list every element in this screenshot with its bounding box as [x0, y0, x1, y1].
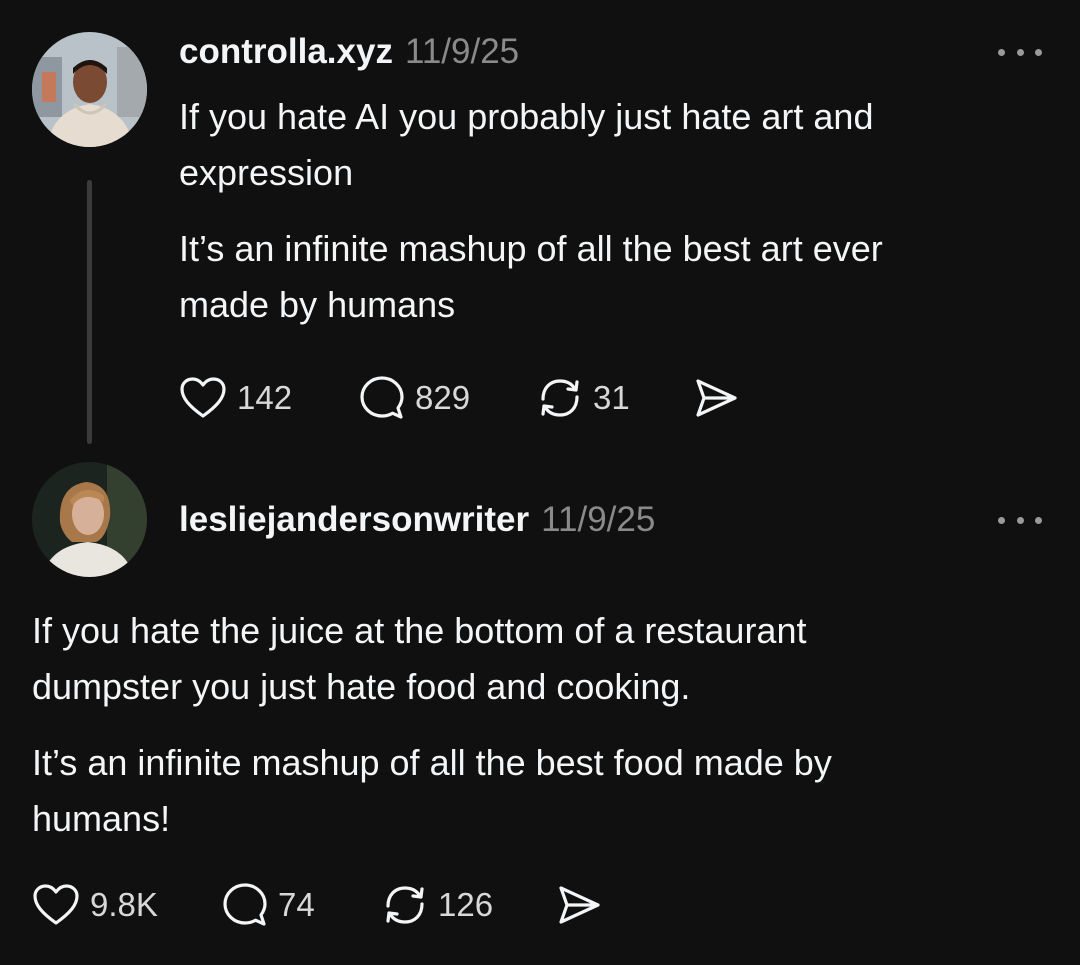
reply-count: 74	[278, 886, 315, 923]
reply-button[interactable]: 829	[359, 375, 537, 421]
post-actions: 142 829 31	[179, 373, 739, 423]
post-body: If you hate the juice at the bottom of a…	[32, 603, 832, 847]
post-text-line: It’s an infinite mashup of all the best …	[32, 742, 832, 783]
send-icon	[556, 884, 602, 926]
share-button[interactable]	[693, 377, 739, 419]
like-button[interactable]: 142	[179, 376, 359, 420]
post-text-line: humans!	[32, 798, 171, 839]
reply-count: 829	[415, 379, 471, 416]
comment-bubble-icon	[222, 882, 268, 928]
post-actions: 9.8K 74 126	[32, 880, 602, 930]
repost-button[interactable]: 31	[537, 375, 693, 421]
post-text-line: If you hate the juice at the bottom of a…	[32, 610, 807, 651]
avatar[interactable]	[32, 32, 147, 147]
repost-button[interactable]: 126	[382, 882, 556, 928]
repost-count: 126	[438, 886, 494, 923]
like-count: 142	[237, 379, 293, 416]
post-text-line: expression	[179, 152, 354, 193]
post-text-line: It’s an infinite mashup of all the best …	[179, 228, 883, 269]
post-text-line: If you hate AI you probably just hate ar…	[179, 96, 874, 137]
like-count: 9.8K	[90, 886, 158, 923]
heart-icon	[179, 376, 227, 420]
post-header: lesliejandersonwriter 11/9/25	[179, 500, 655, 540]
post-body: If you hate AI you probably just hate ar…	[179, 89, 883, 333]
repost-arrows-icon	[537, 375, 583, 421]
send-icon	[693, 377, 739, 419]
repost-count: 31	[593, 379, 630, 416]
more-horizontal-icon[interactable]	[998, 510, 1042, 530]
post-header: controlla.xyz 11/9/25	[179, 32, 519, 72]
post-lesliejandersonwriter: lesliejandersonwriter 11/9/25 If you hat…	[0, 450, 1080, 965]
timestamp: 11/9/25	[541, 500, 656, 539]
timestamp: 11/9/25	[404, 32, 520, 71]
reply-button[interactable]: 74	[222, 882, 382, 928]
avatar[interactable]	[32, 462, 147, 577]
heart-icon	[32, 883, 80, 927]
username[interactable]: controlla.xyz	[179, 32, 393, 72]
share-button[interactable]	[556, 884, 602, 926]
post-text-line: made by humans	[179, 284, 456, 325]
thread-line	[87, 180, 92, 444]
post-text-line: dumpster you just hate food and cooking.	[32, 666, 691, 707]
comment-bubble-icon	[359, 375, 405, 421]
more-horizontal-icon[interactable]	[998, 42, 1042, 62]
repost-arrows-icon	[382, 882, 428, 928]
like-button[interactable]: 9.8K	[32, 883, 222, 927]
username[interactable]: lesliejandersonwriter	[179, 500, 529, 540]
post-controlla: controlla.xyz 11/9/25 If you hate AI you…	[0, 0, 1080, 450]
